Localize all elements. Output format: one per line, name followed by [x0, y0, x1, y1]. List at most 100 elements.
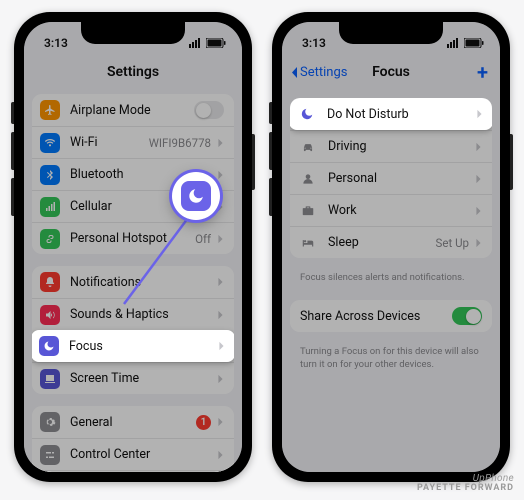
row-personal-hotspot[interactable]: Personal Hotspot Off	[32, 222, 234, 254]
row-personal[interactable]: Personal	[290, 162, 492, 194]
row-label: Share Across Devices	[300, 309, 452, 324]
status-right	[189, 38, 226, 48]
airplane-icon	[40, 100, 60, 120]
row-label: Control Center	[70, 447, 217, 462]
row-wifi[interactable]: Wi-Fi WIFI9B6778	[32, 126, 234, 158]
row-label: Driving	[328, 139, 475, 154]
row-driving[interactable]: Driving	[290, 130, 492, 162]
phone-left-frame: 3:13 Settings Airplane Mode	[14, 12, 252, 482]
phone-right-screen: 3:13 Settings Focus +	[282, 22, 500, 472]
status-right	[447, 38, 484, 48]
row-label: Wi-Fi	[70, 135, 149, 150]
chevron-right-icon	[217, 310, 224, 320]
navbar-focus: Settings Focus +	[282, 56, 500, 88]
cellular-icon	[40, 197, 60, 217]
phone-left-screen: 3:13 Settings Airplane Mode	[24, 22, 242, 472]
chevron-right-icon	[217, 138, 224, 148]
chevron-right-icon	[218, 341, 225, 351]
sounds-icon	[40, 305, 60, 325]
notch	[339, 22, 443, 44]
row-label: Work	[328, 203, 475, 218]
cellular-signal-icon	[189, 38, 200, 48]
screen-time-icon	[40, 369, 60, 389]
row-general[interactable]: General 1	[32, 406, 234, 438]
battery-icon	[464, 38, 484, 48]
row-notifications[interactable]: Notifications	[32, 266, 234, 298]
navbar-settings: Settings	[24, 56, 242, 88]
row-label: Personal	[328, 171, 475, 186]
page-title: Settings	[107, 64, 159, 80]
chevron-left-icon	[290, 66, 298, 79]
row-label: Notifications	[70, 275, 217, 290]
row-control-center[interactable]: Control Center	[32, 438, 234, 470]
add-focus-button[interactable]: +	[477, 62, 488, 82]
share-group: Share Across Devices	[290, 300, 492, 332]
chevron-right-icon	[217, 417, 224, 427]
row-label: Focus	[69, 339, 218, 354]
badge-count: 1	[196, 415, 211, 430]
settings-group-alerts: Notifications Sounds & Haptics Focus	[32, 266, 234, 394]
bluetooth-icon	[40, 165, 60, 185]
power-button	[252, 134, 255, 190]
row-value: Off	[195, 232, 211, 246]
wifi-row-icon	[40, 133, 60, 153]
share-toggle[interactable]	[452, 307, 482, 325]
moon-icon	[297, 104, 317, 124]
row-label: Personal Hotspot	[70, 231, 195, 246]
row-label: Screen Time	[70, 371, 217, 386]
row-value: Set Up	[436, 236, 469, 250]
notifications-icon	[40, 272, 60, 292]
chevron-right-icon	[217, 170, 224, 180]
notch	[81, 22, 185, 44]
control-center-icon	[40, 445, 60, 465]
cellular-signal-icon	[447, 38, 458, 48]
status-time: 3:13	[302, 36, 326, 50]
chevron-right-icon	[217, 234, 224, 244]
row-airplane-mode[interactable]: Airplane Mode	[32, 94, 234, 126]
person-icon	[298, 169, 318, 189]
row-sounds-haptics[interactable]: Sounds & Haptics	[32, 298, 234, 330]
chevron-right-icon	[475, 174, 482, 184]
bed-icon	[298, 233, 318, 253]
row-label: Sounds & Haptics	[70, 307, 217, 322]
settings-group-general: General 1 Control Center Display & Brigh…	[32, 406, 234, 472]
focus-moon-icon	[39, 336, 59, 356]
row-label: General	[70, 415, 196, 430]
row-share-across-devices[interactable]: Share Across Devices	[290, 300, 492, 332]
share-footer-note: Turning a Focus on for this device will …	[282, 344, 500, 381]
briefcase-icon	[298, 201, 318, 221]
chevron-right-icon	[476, 109, 483, 119]
row-display-brightness[interactable]: Display & Brightness	[32, 470, 234, 472]
chevron-right-icon	[475, 238, 482, 248]
focus-moon-icon	[181, 181, 211, 211]
chevron-right-icon	[217, 374, 224, 384]
watermark: UpPhone PAYETTE FORWARD	[417, 473, 514, 494]
row-work[interactable]: Work	[290, 194, 492, 226]
chevron-right-icon	[475, 206, 482, 216]
focus-callout-bubble	[172, 172, 220, 220]
back-button[interactable]: Settings	[290, 65, 347, 80]
phone-right-frame: 3:13 Settings Focus +	[272, 12, 510, 482]
row-label: Airplane Mode	[70, 103, 194, 118]
status-time: 3:13	[44, 36, 68, 50]
battery-icon	[206, 38, 226, 48]
page-title: Focus	[372, 64, 410, 80]
row-label: Sleep	[328, 235, 436, 250]
back-label: Settings	[300, 65, 347, 80]
row-do-not-disturb[interactable]: Do Not Disturb	[290, 98, 492, 130]
chevron-right-icon	[217, 277, 224, 287]
focus-footer-note: Focus silences alerts and notifications.	[282, 270, 500, 294]
focus-list-group: Do Not Disturb Driving Personal	[290, 98, 492, 258]
row-screen-time[interactable]: Screen Time	[32, 362, 234, 394]
hotspot-icon	[40, 229, 60, 249]
airplane-toggle[interactable]	[194, 101, 224, 119]
watermark-line2: PAYETTE FORWARD	[417, 484, 514, 494]
row-sleep[interactable]: Sleep Set Up	[290, 226, 492, 258]
chevron-right-icon	[475, 142, 482, 152]
row-value: WIFI9B6778	[149, 136, 211, 150]
car-icon	[298, 137, 318, 157]
row-label: Do Not Disturb	[327, 107, 476, 122]
power-button	[510, 134, 513, 190]
chevron-right-icon	[217, 450, 224, 460]
row-focus[interactable]: Focus	[32, 330, 234, 362]
